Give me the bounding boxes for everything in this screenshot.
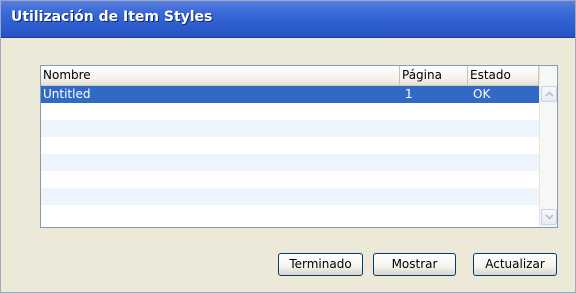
window-title: Utilización de Item Styles <box>11 9 213 25</box>
empty-row <box>41 188 539 205</box>
list-row[interactable]: Untitled 1 OK <box>41 86 539 103</box>
scroll-down-button[interactable] <box>541 209 557 225</box>
item-styles-list[interactable]: Nombre Página Estado Untitled 1 OK <box>40 65 558 228</box>
row-estado: OK <box>473 87 491 101</box>
list-rows: Untitled 1 OK <box>41 86 539 222</box>
column-header-estado[interactable]: Estado <box>468 66 539 85</box>
empty-row <box>41 205 539 222</box>
vertical-scrollbar[interactable] <box>539 66 557 227</box>
column-header-nombre[interactable]: Nombre <box>41 66 400 85</box>
title-bar[interactable]: Utilización de Item Styles <box>1 1 575 38</box>
empty-row <box>41 154 539 171</box>
empty-row <box>41 171 539 188</box>
empty-row <box>41 137 539 154</box>
mostrar-button[interactable]: Mostrar <box>373 253 456 276</box>
scroll-up-button[interactable] <box>541 86 557 102</box>
row-pagina: 1 <box>405 87 413 101</box>
chevron-down-icon <box>545 214 554 220</box>
empty-row <box>41 103 539 120</box>
dialog-window: Utilización de Item Styles Nombre Página… <box>0 0 576 293</box>
chevron-up-icon <box>545 91 554 97</box>
actualizar-button[interactable]: Actualizar <box>473 253 557 276</box>
column-header-pagina[interactable]: Página <box>400 66 468 85</box>
terminado-button[interactable]: Terminado <box>278 253 363 276</box>
row-nombre: Untitled <box>43 87 91 101</box>
list-header: Nombre Página Estado <box>41 66 539 86</box>
empty-row <box>41 120 539 137</box>
